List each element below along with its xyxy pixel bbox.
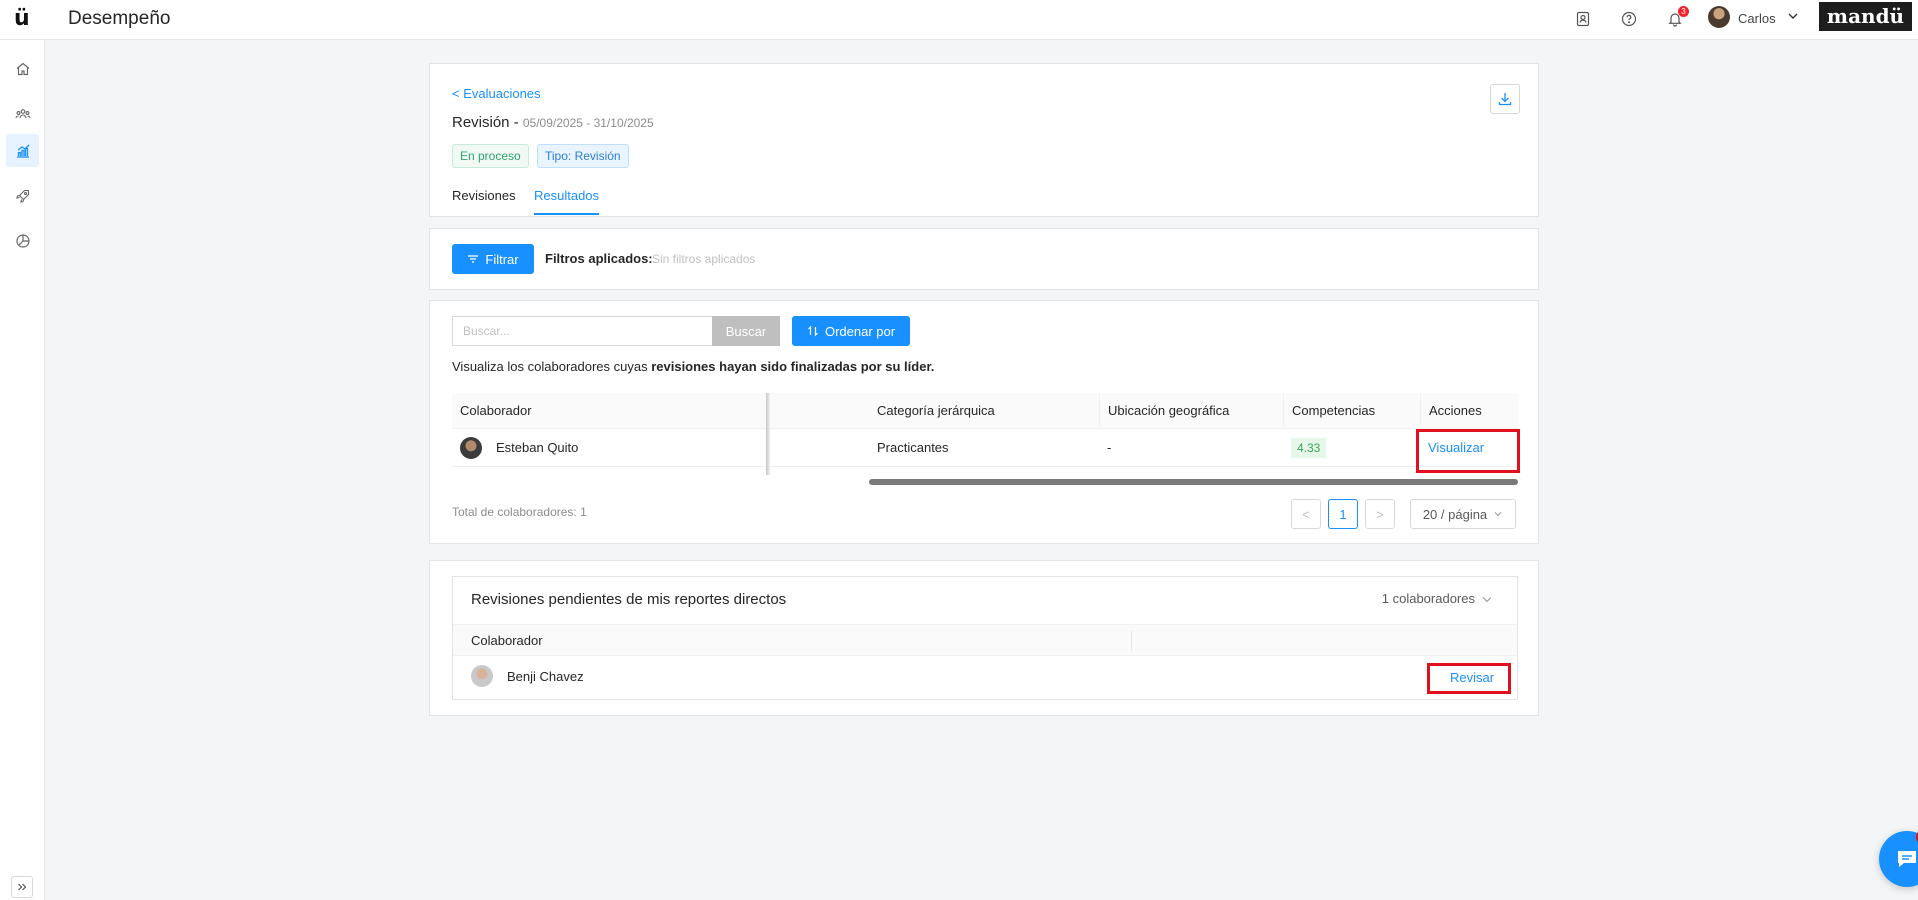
table-row: Benji Chavez (471, 665, 584, 687)
review-header-card: < Evaluaciones Revisión - 05/09/2025 - 3… (429, 63, 1539, 217)
pending-column-collaborator: Colaborador (471, 633, 543, 648)
pending-reviews-title: Revisiones pendientes de mis reportes di… (471, 591, 787, 608)
chevron-down-icon (1494, 512, 1502, 517)
help-icon[interactable] (1619, 9, 1639, 29)
review-title-text: Revisión - (452, 114, 519, 131)
column-header-actions: Acciones (1420, 393, 1518, 429)
column-header-collaborator: Colaborador (452, 393, 768, 429)
sidebar (0, 40, 45, 900)
pending-count-toggle[interactable]: 1 colaboradores (1382, 591, 1493, 606)
avatar (460, 436, 482, 459)
pie-chart-icon[interactable] (6, 224, 39, 257)
applied-filters-label: Filtros aplicados: (545, 251, 653, 266)
description-text: Visualiza los colaboradores cuyas (452, 359, 652, 374)
home-icon[interactable] (6, 52, 39, 85)
collaborator-name: Esteban Quito (496, 440, 579, 455)
team-icon[interactable] (6, 97, 39, 130)
type-badge: Tipo: Revisión (537, 144, 629, 168)
chevron-down-icon (1482, 596, 1492, 602)
brand-logo: mandü (1819, 2, 1912, 31)
review-title: Revisión - 05/09/2025 - 31/10/2025 (452, 114, 654, 131)
pending-count: 1 colaboradores (1381, 591, 1475, 606)
tab-resultados[interactable]: Resultados (534, 188, 600, 215)
column-divider (1131, 631, 1132, 651)
download-icon (1498, 93, 1512, 106)
back-to-evaluations-link[interactable]: < Evaluaciones (452, 86, 541, 101)
filter-button-label: Filtrar (485, 251, 519, 267)
user-name[interactable]: Carlos (1738, 11, 1776, 26)
expand-sidebar-icon[interactable] (11, 876, 33, 898)
sort-button-label: Ordenar por (824, 323, 896, 339)
tab-revisiones[interactable]: Revisiones (452, 188, 516, 213)
competencies-cell: 4.33 (1283, 429, 1420, 467)
pagination-prev-button[interactable]: < (1291, 499, 1321, 529)
applied-filters-value: Sin filtros aplicados (652, 252, 756, 266)
table-row-spacer-cell (768, 429, 869, 467)
results-card: Buscar Ordenar por Visualiza los colabor… (429, 300, 1539, 544)
collaborator-name: Benji Chavez (507, 668, 584, 684)
horizontal-scrollbar[interactable] (869, 479, 1518, 485)
review-dates: 05/09/2025 - 31/10/2025 (522, 116, 654, 130)
column-header-competencies: Competencias (1283, 393, 1420, 429)
location-cell: - (1099, 429, 1283, 467)
results-description: Visualiza los colaboradores cuyas revisi… (452, 359, 934, 374)
column-header-category: Categoría jerárquica (869, 393, 1099, 429)
filter-icon (468, 255, 479, 263)
sort-icon (808, 325, 818, 337)
status-badge: En proceso (452, 144, 529, 168)
bell-icon[interactable]: 3 (1665, 6, 1689, 29)
sort-button[interactable]: Ordenar por (792, 316, 910, 346)
column-header-spacer (768, 393, 869, 429)
total-collaborators: Total de colaboradores: 1 (452, 505, 587, 519)
highlight-box (1427, 663, 1511, 694)
category-cell: Practicantes (869, 429, 1099, 467)
search-button[interactable]: Buscar (712, 316, 780, 346)
avatar[interactable] (1708, 6, 1730, 28)
results-table: Colaborador Categoría jerárquica Ubicaci… (452, 393, 1520, 485)
rocket-icon[interactable] (6, 179, 39, 212)
filter-card: Filtrar Filtros aplicados: Sin filtros a… (429, 228, 1539, 290)
performance-chart-icon[interactable] (6, 134, 39, 167)
page-size-select[interactable]: 20 / página (1410, 499, 1516, 529)
page-title: Desempeño (68, 8, 171, 29)
notification-badge: 3 (1678, 6, 1689, 17)
column-header-location: Ubicación geográfica (1099, 393, 1283, 429)
highlight-box (1416, 429, 1520, 473)
avatar (471, 665, 493, 687)
pagination-page-1[interactable]: 1 (1328, 499, 1358, 529)
chevron-down-icon[interactable] (1786, 9, 1800, 28)
app-logo[interactable]: ü (14, 6, 30, 31)
chat-widget[interactable]: 1 (1879, 829, 1918, 887)
pending-reviews-panel: Revisiones pendientes de mis reportes di… (452, 576, 1518, 700)
pending-reviews-card: Revisiones pendientes de mis reportes di… (429, 560, 1539, 716)
search-input[interactable] (452, 316, 712, 346)
page-size-value: 20 / página (1422, 506, 1488, 522)
table-row-collaborator-cell: Esteban Quito (452, 429, 768, 467)
top-bar: ü Desempeño 3 Carlos mandü (0, 0, 1918, 40)
description-bold-text: revisiones hayan sido finalizadas por su… (651, 359, 935, 374)
frozen-column-divider (766, 393, 770, 475)
chat-icon (1898, 851, 1916, 867)
pagination-next-button[interactable]: > (1365, 499, 1395, 529)
filter-button[interactable]: Filtrar (452, 244, 534, 274)
competencies-score: 4.33 (1291, 437, 1327, 458)
download-button[interactable] (1490, 84, 1520, 114)
chat-button[interactable] (1879, 831, 1918, 887)
pending-table-header: Colaborador (453, 624, 1517, 656)
contacts-icon[interactable] (1573, 9, 1593, 29)
